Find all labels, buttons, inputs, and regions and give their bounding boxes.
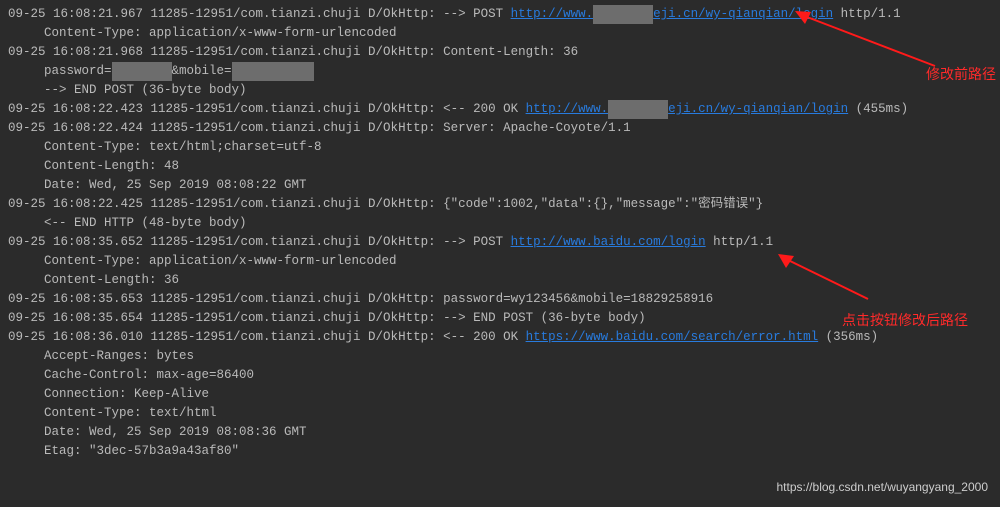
log-row: Accept-Ranges: bytes (8, 347, 992, 366)
redacted-segment: ________ (608, 100, 668, 119)
log-row: Content-Type: application/x-www-form-url… (8, 252, 992, 271)
log-row: Date: Wed, 25 Sep 2019 08:08:36 GMT (8, 423, 992, 442)
redacted-segment: ________ (112, 62, 172, 81)
redacted-segment: ________ (593, 5, 653, 24)
log-row: Etag: "3dec-57b3a9a43af80" (8, 442, 992, 461)
request-url-after[interactable]: http://www.baidu.com/login (511, 235, 706, 249)
log-row: 09-25 16:08:22.423 11285-12951/com.tianz… (8, 100, 992, 119)
annotation-after: 点击按钮修改后路径 (842, 311, 972, 329)
log-row: <-- END HTTP (48-byte body) (8, 214, 992, 233)
log-row: Content-Type: text/html (8, 404, 992, 423)
log-row: Content-Type: text/html;charset=utf-8 (8, 138, 992, 157)
watermark: https://blog.csdn.net/wuyangyang_2000 (777, 478, 989, 497)
response-url-before[interactable]: http://www.________eji.cn/wy-qianqian/lo… (526, 102, 849, 116)
log-row: 09-25 16:08:22.424 11285-12951/com.tianz… (8, 119, 992, 138)
redacted-segment: ___________ (232, 62, 315, 81)
log-row: --> END POST (36-byte body) (8, 81, 992, 100)
log-row: Date: Wed, 25 Sep 2019 08:08:22 GMT (8, 176, 992, 195)
log-row: Content-Length: 36 (8, 271, 992, 290)
log-row: 09-25 16:08:36.010 11285-12951/com.tianz… (8, 328, 992, 347)
log-row: Content-Length: 48 (8, 157, 992, 176)
log-text: 09-25 16:08:21.967 11285-12951/com.tianz… (8, 7, 511, 21)
log-row: Content-Type: application/x-www-form-url… (8, 24, 992, 43)
log-row: password=________&mobile=___________ (8, 62, 992, 81)
log-row: Connection: Keep-Alive (8, 385, 992, 404)
log-row: 09-25 16:08:21.967 11285-12951/com.tianz… (8, 5, 992, 24)
log-row: 09-25 16:08:35.653 11285-12951/com.tianz… (8, 290, 992, 309)
log-row: Cache-Control: max-age=86400 (8, 366, 992, 385)
log-row: 09-25 16:08:22.425 11285-12951/com.tianz… (8, 195, 992, 214)
log-row: 09-25 16:08:35.652 11285-12951/com.tianz… (8, 233, 992, 252)
annotation-before: 修改前路径 (926, 65, 996, 83)
response-url-after[interactable]: https://www.baidu.com/search/error.html (526, 330, 819, 344)
request-url-before[interactable]: http://www.________eji.cn/wy-qianqian/lo… (511, 7, 834, 21)
log-row: 09-25 16:08:21.968 11285-12951/com.tianz… (8, 43, 992, 62)
